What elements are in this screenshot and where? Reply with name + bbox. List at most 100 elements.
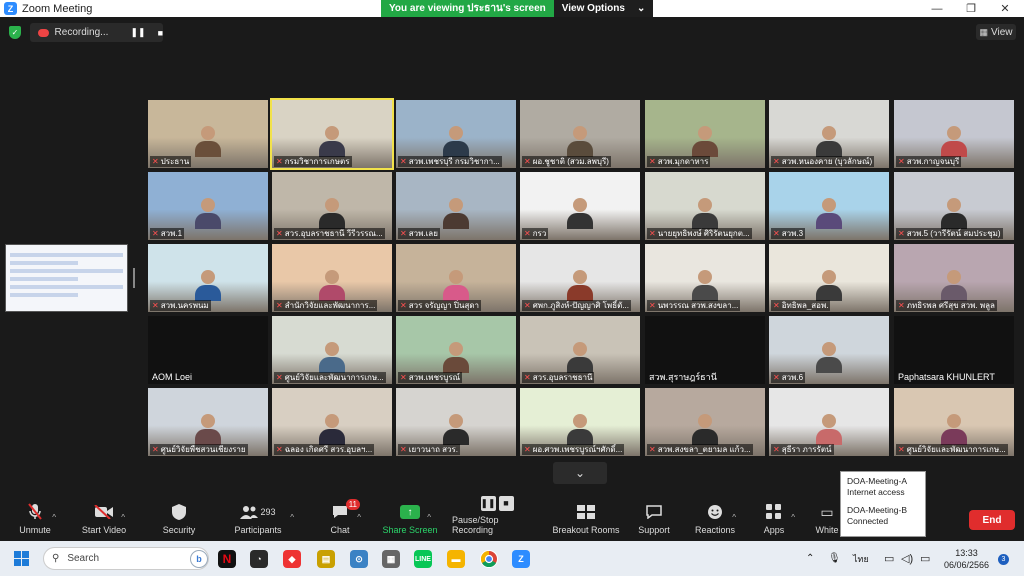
participant-tile[interactable]: ✕ สวร.อุบลราชธานี (520, 316, 640, 384)
participant-figure (567, 342, 593, 373)
calculator-icon[interactable]: ▦ (382, 550, 400, 568)
participant-tile[interactable]: ✕ สวพ.เพชรบูรณ์ (396, 316, 516, 384)
zoom-taskbar-icon[interactable]: Z (512, 550, 530, 568)
participant-tile[interactable]: ✕ ฉลอง เกิดศรี สวร.อุบลฯ... (272, 388, 392, 456)
participant-name-label: ✕ นายยุทธิพงษ์ ศิริรัตนยุกต... (647, 228, 752, 239)
notification-badge[interactable]: 3 (998, 554, 1009, 565)
anydesk-icon[interactable]: ◆ (283, 550, 301, 568)
participant-tile[interactable]: Paphatsara KHUNLERT (894, 316, 1014, 384)
participant-tile[interactable]: ✕ สวพ.เพชรบุรี กรมวิชากา... (396, 100, 516, 168)
shared-screen-thumbnail[interactable] (5, 244, 128, 312)
view-options-button[interactable]: View Options ⌄ (553, 0, 654, 17)
whiteboards-button[interactable]: ▭ White (812, 497, 842, 541)
bing-icon[interactable]: b (190, 550, 208, 568)
start-video-label: Start Video (81, 525, 127, 535)
participant-name: สวพ.เลย (408, 229, 438, 238)
participant-tile[interactable]: ✕ เยาวนาถ สวร. (396, 388, 516, 456)
wifi-icon[interactable]: ▭ (884, 541, 894, 576)
video-off-icon: ^ (93, 503, 125, 522)
participant-tile[interactable]: ✕ สวพ.เลย (396, 172, 516, 240)
chevron-up-icon[interactable]: ⌃ (806, 541, 814, 576)
participant-tile[interactable]: ✕ สวพ.มุกดาหาร (645, 100, 765, 168)
microphone-icon[interactable]: 🎙 (828, 541, 841, 576)
restore-icon[interactable]: ❐ (954, 0, 988, 17)
participant-tile[interactable]: ✕ ศูนย์วิจัยและพัฒนาการเกษ... (272, 316, 392, 384)
reactions-button[interactable]: ^ Reactions (694, 497, 736, 541)
participant-tile[interactable]: สวพ.สุราษฎร์ธานี (645, 316, 765, 384)
battery-icon[interactable]: ▭ (920, 541, 930, 576)
participant-tile[interactable]: ✕ สวพ.5 (วารีรัตน์ สมประชุม) (894, 172, 1014, 240)
taskbar-search[interactable]: ⚲ Search (43, 547, 209, 570)
view-button[interactable]: ▦ View (976, 24, 1016, 40)
netflix-icon[interactable]: N (218, 550, 236, 568)
participant-name: สวพ.นครพนม (160, 301, 209, 310)
participant-tile[interactable]: ✕ สวพ.1 (148, 172, 268, 240)
participant-tile[interactable]: ✕ ศูนย์วิจัยและพัฒนาการเกษ... (894, 388, 1014, 456)
participant-tile[interactable]: AOM Loei (148, 316, 268, 384)
participant-tile[interactable]: ✕ สวพ.กาญจนบุรี (894, 100, 1014, 168)
stop-recording-icon[interactable]: ■ (158, 28, 163, 38)
participant-tile[interactable]: ✕ ศพก.ภูสิงห์-ปัญญาศิ โพธิ์ตั... (520, 244, 640, 312)
unmute-button[interactable]: ^ Unmute (14, 497, 56, 541)
files-icon[interactable]: ▤ (317, 550, 335, 568)
participant-tile[interactable]: ✕ อิทธิพล_สอพ. (769, 244, 889, 312)
file-explorer-icon[interactable]: ▬ (447, 550, 465, 568)
participant-tile[interactable]: ✕ สวพ.หนองคาย (บุวลักษณ์) (769, 100, 889, 168)
system-clock[interactable]: 13:33 06/06/2566 (944, 547, 989, 571)
microphone-muted-icon: ✕ (400, 445, 407, 454)
minimize-icon[interactable]: — (920, 0, 954, 17)
participant-tile[interactable]: ✕ สวพ.6 (769, 316, 889, 384)
participant-tile[interactable]: ✕ สวร จรัญญา ปิ่นสุดา (396, 244, 516, 312)
pause-stop-recording-button[interactable]: ❚❚ ■ Pause/Stop Recording (452, 496, 542, 541)
ie-icon[interactable]: ⊙ (350, 550, 368, 568)
participant-tile[interactable]: ✕ ภทธิรพล ศรีสุข สวพ. พลูล (894, 244, 1014, 312)
start-video-button[interactable]: ^ Start Video (80, 497, 128, 541)
participants-button[interactable]: 293 ^ Participants (232, 497, 294, 541)
participant-tile[interactable]: ✕ สวพ.สงขลา_ตยามล แก้ว... (645, 388, 765, 456)
participant-tile[interactable]: ✕ สวพ.3 (769, 172, 889, 240)
recording-label: Recording... (54, 27, 109, 38)
participant-tile[interactable]: ✕ ผอ.ศวพ.เพชรบูรณ์ฯศักดิ์... (520, 388, 640, 456)
encryption-shield-icon[interactable]: ✓ (9, 26, 21, 39)
participant-tile[interactable]: ✕ นายยุทธิพงษ์ ศิริรัตนยุกต... (645, 172, 765, 240)
end-meeting-button[interactable]: End (969, 510, 1015, 530)
thumbnail-resize-handle[interactable] (133, 268, 135, 288)
chevron-up-icon[interactable]: ^ (357, 513, 361, 522)
security-button[interactable]: Security (160, 497, 198, 541)
participant-tile[interactable]: ✕ ผอ.ชูชาติ (สวม.ลพบุรี) (520, 100, 640, 168)
scroll-down-button[interactable]: ⌄ (553, 462, 607, 484)
speedometer-icon[interactable]: ◔ (250, 550, 268, 568)
participant-tile[interactable]: ✕ สุธีรา ภารรัตน์ (769, 388, 889, 456)
pause-recording-icon[interactable]: ❚❚ (130, 27, 145, 38)
windows-start-icon[interactable] (14, 551, 29, 566)
participant-tile[interactable]: ✕ กรมวิชาการเกษตร (270, 98, 394, 170)
support-icon (643, 503, 665, 521)
participant-tile[interactable]: ✕ สวพ.นครพนม (148, 244, 268, 312)
apps-button[interactable]: ^ Apps (762, 497, 795, 541)
support-button[interactable]: Support (636, 497, 672, 541)
participant-tile[interactable]: ✕ สำนักวิจัยและพัฒนาการ... (272, 244, 392, 312)
chat-icon: 11 ^ (329, 499, 361, 522)
chevron-up-icon[interactable]: ^ (290, 513, 294, 522)
participant-tile[interactable]: ✕ ประธาน (148, 100, 268, 168)
chevron-up-icon[interactable]: ^ (427, 513, 431, 522)
apps-label: Apps (763, 525, 785, 535)
share-screen-button[interactable]: ↑ ^ Share Screen (382, 497, 438, 541)
language-indicator[interactable]: ไทย (853, 541, 869, 576)
breakout-rooms-button[interactable]: Breakout Rooms (552, 497, 620, 541)
microphone-muted-icon: ✕ (649, 157, 656, 166)
chat-button[interactable]: 11 ^ Chat (324, 497, 361, 541)
participant-tile[interactable]: ✕ นพวรรณ สวพ.สงขลา... (645, 244, 765, 312)
participant-tile[interactable]: ✕ ศูนย์วิจัยพืชสวนเชียงราย (148, 388, 268, 456)
chevron-up-icon[interactable]: ^ (791, 513, 795, 522)
participant-tile[interactable]: ✕ สวร.อุบลราชธานี วีรีวรรณ... (272, 172, 392, 240)
chevron-up-icon[interactable]: ^ (52, 513, 56, 522)
microphone-muted-icon: ✕ (649, 301, 656, 310)
chevron-up-icon[interactable]: ^ (121, 513, 125, 522)
chevron-up-icon[interactable]: ^ (732, 513, 736, 522)
volume-icon[interactable]: ◁) (901, 541, 913, 576)
line-icon[interactable]: LINE (414, 550, 432, 568)
chrome-icon[interactable] (480, 550, 498, 568)
close-icon[interactable]: ✕ (988, 0, 1022, 17)
participant-tile[interactable]: ✕ กรว (520, 172, 640, 240)
